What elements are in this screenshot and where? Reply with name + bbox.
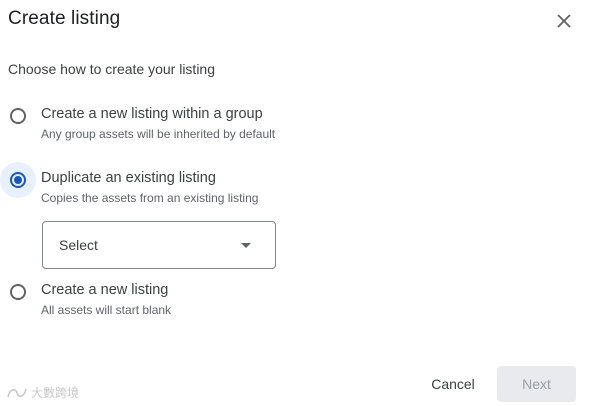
select-value: Select [59,237,98,253]
radio-duplicate-listing[interactable] [0,162,36,198]
watermark: 大數跨境 [6,384,79,401]
radio-dot [14,176,22,184]
option-duplicate-listing[interactable]: Duplicate an existing listing Copies the… [0,162,400,210]
option-label: Create a new listing [41,282,169,298]
radio-circle [10,108,26,124]
dialog-title: Create listing [8,8,121,29]
option-new-listing-in-group[interactable]: Create a new listing within a group Any … [0,98,400,146]
option-description: Copies the assets from an existing listi… [41,191,259,205]
create-listing-dialog: Create listing Choose how to create your… [0,0,590,406]
radio-new-listing-in-group[interactable] [0,98,36,134]
watermark-logo-icon [7,388,27,397]
option-new-blank-listing[interactable]: Create a new listing All assets will sta… [0,274,400,322]
watermark-text: 大數跨境 [31,386,80,400]
next-button[interactable]: Next [497,366,576,402]
dialog-subtitle: Choose how to create your listing [8,61,215,77]
option-description: All assets will start blank [41,303,172,317]
radio-new-blank-listing[interactable] [0,274,36,310]
close-icon [557,14,571,28]
listing-select[interactable]: Select [42,221,276,269]
option-label: Duplicate an existing listing [41,170,216,186]
option-label: Create a new listing within a group [41,106,263,122]
option-description: Any group assets will be inherited by de… [41,127,276,141]
cancel-button[interactable]: Cancel [418,367,488,401]
radio-circle [10,284,26,300]
close-button[interactable] [549,6,579,36]
dropdown-arrow-icon [241,243,251,248]
radio-circle [10,172,26,188]
